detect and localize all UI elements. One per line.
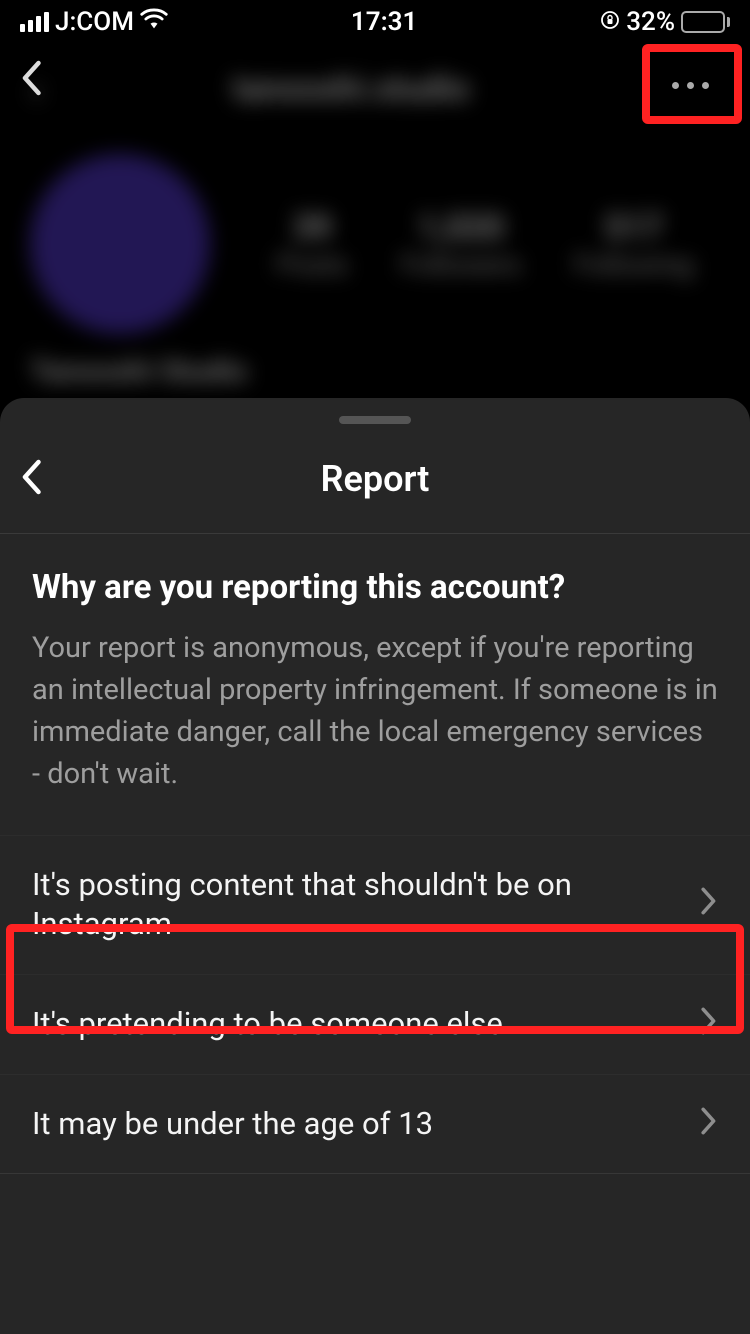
- more-options-button[interactable]: [660, 60, 720, 110]
- carrier-label: J:COM: [55, 7, 134, 37]
- report-option-impersonation[interactable]: It's pretending to be someone else: [0, 974, 750, 1074]
- sheet-title: Report: [321, 458, 430, 500]
- posts-label: Posts: [276, 248, 348, 281]
- back-button[interactable]: [20, 60, 42, 100]
- report-option-underage[interactable]: It may be under the age of 13: [0, 1074, 750, 1175]
- sheet-grabber[interactable]: [339, 416, 411, 424]
- following-stat: 517 Following: [574, 208, 694, 281]
- status-left: J:COM: [20, 7, 168, 37]
- profile-username: tanooshi.studio: [42, 69, 660, 109]
- status-right: 32%: [600, 7, 730, 37]
- report-options: It's posting content that shouldn't be o…: [0, 835, 750, 1174]
- followers-stat: 1,020 Followers: [401, 208, 522, 281]
- chevron-right-icon: [700, 886, 718, 923]
- followers-count: 1,020: [401, 208, 522, 248]
- report-sheet: Report Why are you reporting this accoun…: [0, 398, 750, 1334]
- posts-stat: 39 Posts: [276, 208, 348, 281]
- sheet-back-button[interactable]: [20, 459, 42, 499]
- wifi-icon: [140, 7, 168, 37]
- option-label: It's posting content that shouldn't be o…: [32, 866, 700, 944]
- report-option-inappropriate-content[interactable]: It's posting content that shouldn't be o…: [0, 835, 750, 974]
- report-description: Your report is anonymous, except if you'…: [32, 627, 718, 795]
- following-label: Following: [574, 248, 694, 281]
- chevron-right-icon: [700, 1106, 718, 1143]
- following-count: 517: [574, 208, 694, 248]
- clock: 17:31: [351, 7, 418, 37]
- posts-count: 39: [276, 208, 348, 248]
- avatar: [30, 154, 210, 334]
- cellular-signal-icon: [20, 12, 49, 32]
- status-bar: J:COM 17:31 32%: [0, 0, 750, 44]
- rotation-lock-icon: [600, 7, 620, 37]
- profile-display-name: Tanooshi Studio: [30, 354, 720, 389]
- option-label: It may be under the age of 13: [32, 1105, 700, 1144]
- battery-percentage: 32%: [626, 7, 675, 37]
- report-question: Why are you reporting this account?: [32, 568, 718, 607]
- followers-label: Followers: [401, 248, 522, 281]
- sheet-header: Report: [0, 424, 750, 534]
- battery-icon: [681, 11, 730, 33]
- chevron-right-icon: [700, 1006, 718, 1043]
- option-label: It's pretending to be someone else: [32, 1005, 700, 1044]
